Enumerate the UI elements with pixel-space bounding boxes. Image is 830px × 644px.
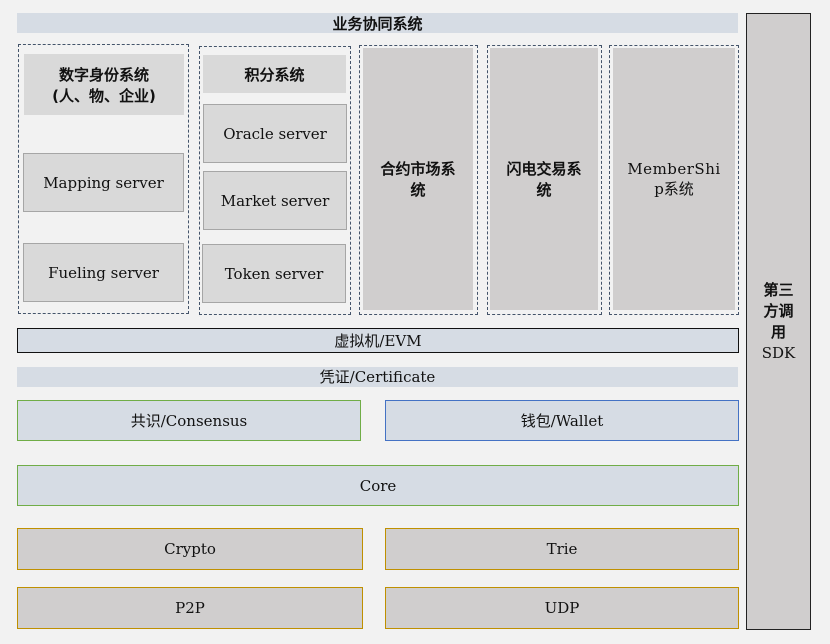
sdk-line2: 方调 (763, 301, 794, 320)
consensus-module: 共识/Consensus (17, 400, 361, 441)
identity-title-line2: (人、物、企业) (52, 86, 156, 105)
market-server: Market server (203, 171, 347, 230)
third-party-sdk: 第三 方调 用 SDK (746, 13, 811, 630)
membership-line2: p系统 (654, 180, 694, 198)
lightning-trade-line1: 闪电交易系 (506, 160, 582, 178)
points-system-header: 积分系统 (203, 55, 346, 93)
core-layer: Core (17, 465, 739, 506)
identity-system-header: 数字身份系统 (人、物、企业) (24, 54, 184, 115)
oracle-server: Oracle server (203, 104, 347, 163)
evm-layer: 虚拟机/EVM (17, 328, 739, 353)
p2p-module: P2P (17, 587, 363, 629)
udp-module: UDP (385, 587, 739, 629)
mapping-server: Mapping server (23, 153, 184, 212)
business-system-title: 业务协同系统 (17, 13, 738, 33)
token-server: Token server (202, 244, 346, 303)
wallet-module: 钱包/Wallet (385, 400, 739, 441)
trie-module: Trie (385, 528, 739, 570)
fueling-server: Fueling server (23, 243, 184, 302)
sdk-line3: 用 (770, 322, 786, 341)
crypto-module: Crypto (17, 528, 363, 570)
contract-market-line1: 合约市场系 (380, 160, 456, 178)
sdk-line4: SDK (761, 343, 796, 362)
membership-system: MemberShi p系统 (613, 48, 735, 310)
lightning-trade-system: 闪电交易系 统 (490, 48, 598, 310)
certificate-layer: 凭证/Certificate (17, 367, 738, 387)
contract-market-line2: 统 (410, 181, 426, 199)
sdk-line1: 第三 (763, 280, 794, 299)
identity-title-line1: 数字身份系统 (58, 65, 149, 84)
membership-line1: MemberShi (627, 160, 721, 178)
contract-market-system: 合约市场系 统 (363, 48, 473, 310)
lightning-trade-line2: 统 (536, 181, 552, 199)
